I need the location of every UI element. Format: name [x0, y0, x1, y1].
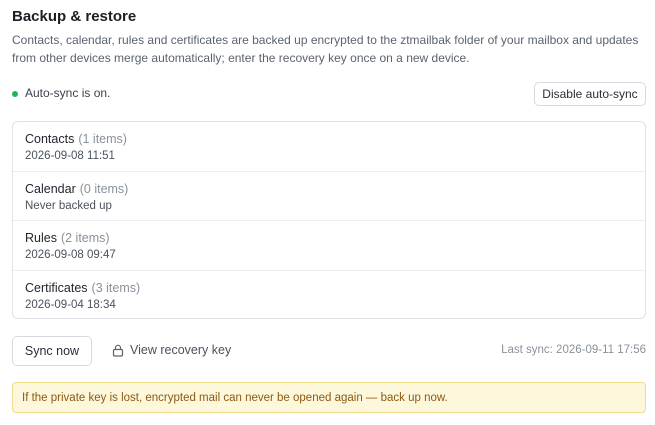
- sync-now-button[interactable]: Sync now: [12, 336, 92, 366]
- item-name: Rules: [25, 231, 57, 245]
- item-count: (1 items): [78, 132, 127, 146]
- lock-icon: [112, 344, 124, 357]
- list-item-rules: Rules (2 items) 2026-09-08 09:47: [13, 221, 645, 271]
- item-count: (2 items): [60, 231, 110, 245]
- item-name: Certificates: [25, 280, 88, 295]
- list-item-calendar: Calendar (0 items) Never backed up: [13, 172, 645, 221]
- view-recovery-key-label: View recovery key: [130, 343, 232, 357]
- view-recovery-key-link[interactable]: View recovery key: [112, 343, 231, 357]
- disable-auto-sync-button[interactable]: Disable auto-sync: [534, 82, 646, 106]
- status-dot-icon: [12, 91, 18, 97]
- item-last-backup: 2026-09-08 09:47: [25, 249, 116, 261]
- page-description: Contacts, calendar, rules and certificat…: [12, 33, 639, 65]
- page-title: Backup & restore: [12, 8, 137, 25]
- item-last-backup: Never backed up: [25, 199, 112, 212]
- item-last-backup: 2026-09-04 18:34: [25, 298, 116, 311]
- item-name: Calendar: [25, 181, 76, 196]
- actions-row: Sync now View recovery key Last sync: 20…: [12, 336, 646, 366]
- backup-items-list: Contacts (1 items) 2026-09-08 11:51 Calen…: [12, 121, 646, 319]
- item-last-backup: 2026-09-08 11:51: [25, 150, 115, 162]
- item-name: Contacts: [25, 132, 75, 146]
- item-count: (0 items): [79, 181, 129, 196]
- last-sync-timestamp: Last sync: 2026-09-11 17:56: [501, 344, 646, 356]
- list-item-contacts: Contacts (1 items) 2026-09-08 11:51: [13, 122, 645, 172]
- auto-sync-status: Auto-sync is on.: [25, 86, 111, 100]
- item-count: (3 items): [91, 280, 141, 295]
- auto-sync-row: Auto-sync is on. Disable auto-sync: [12, 82, 646, 106]
- list-item-certificates: Certificates (3 items) 2026-09-04 18:34: [13, 271, 645, 319]
- private-key-warning: If the private key is lost, encrypted ma…: [12, 382, 646, 413]
